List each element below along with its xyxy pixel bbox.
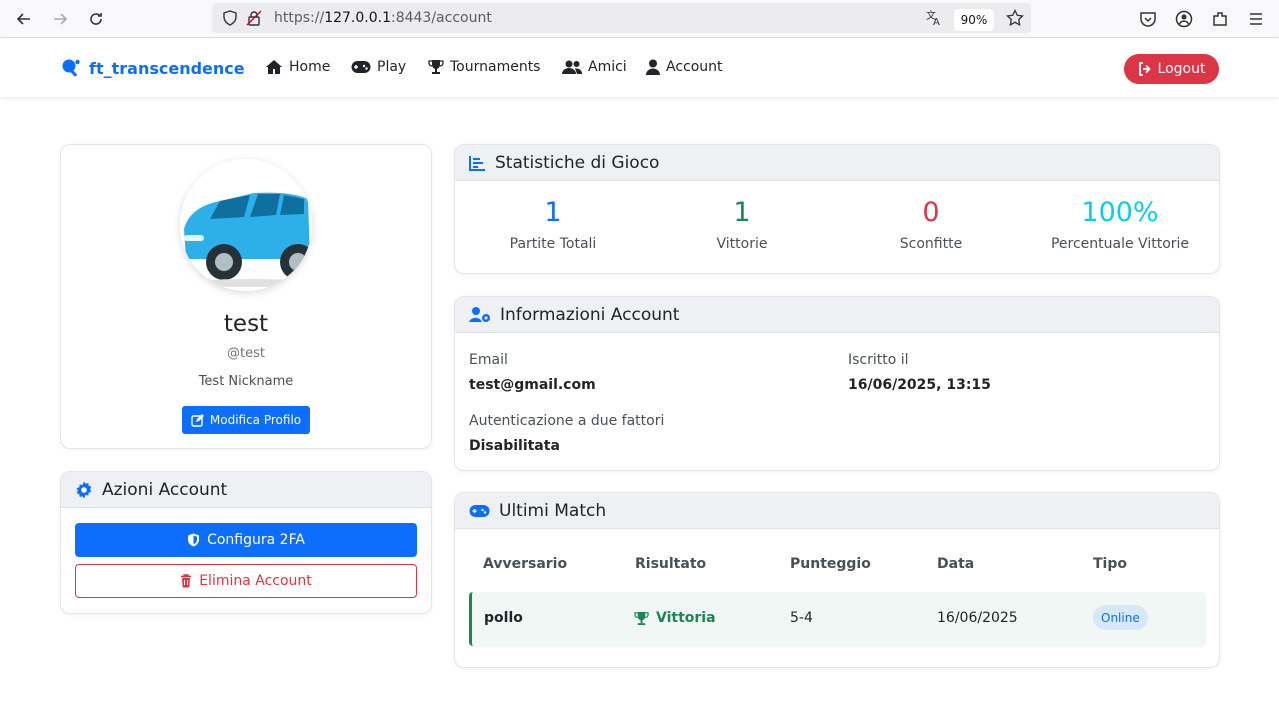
profile-username: @test xyxy=(227,346,265,361)
edit-icon xyxy=(191,413,204,427)
col-header-type: Tipo xyxy=(1093,556,1127,572)
nav-amici-label: Amici xyxy=(588,59,627,75)
account-actions-card: Azioni Account Configura 2FA Elimina Acc… xyxy=(60,471,432,614)
browser-toolbar: https://127.0.0.1:8443/account 文A 90% xyxy=(0,0,1279,38)
match-date: 16/06/2025 xyxy=(937,610,1018,626)
bookmark-star-icon[interactable] xyxy=(1006,8,1024,31)
joined-label: Iscritto il xyxy=(848,352,909,368)
stat-label: Percentuale Vittorie xyxy=(1050,236,1190,252)
match-result-label: Vittoria xyxy=(656,610,716,626)
gamepad-icon xyxy=(469,504,490,517)
brand-link[interactable]: ft_transcendence xyxy=(61,58,245,78)
stat-value: 100% xyxy=(1081,197,1159,228)
gamepad-icon xyxy=(351,61,371,73)
twofa-label: Autenticazione a due fattori xyxy=(469,413,665,429)
profile-nickname: Test Nickname xyxy=(198,374,294,389)
account-actions-title: Azioni Account xyxy=(102,479,228,500)
game-stats-header: Statistiche di Gioco xyxy=(455,145,1219,181)
stat-value: 1 xyxy=(733,197,751,228)
ping-pong-icon xyxy=(62,59,80,77)
app-navbar: ft_transcendence Home Play Tournaments A… xyxy=(0,38,1279,97)
back-arrow-icon[interactable] xyxy=(11,6,37,32)
last-matches-title: Ultimi Match xyxy=(499,500,607,521)
stat-wins: 1 Vittorie xyxy=(647,197,837,252)
email-label: Email xyxy=(469,352,508,368)
delete-account-button[interactable]: Elimina Account xyxy=(75,564,417,598)
brand-name: ft_transcendence xyxy=(89,58,245,78)
stat-label: Partite Totali xyxy=(509,236,597,252)
url-text[interactable]: https://127.0.0.1:8443/account xyxy=(274,10,492,26)
extensions-icon[interactable] xyxy=(1211,10,1229,32)
profile-name: test xyxy=(223,311,269,337)
nav-account-label: Account xyxy=(666,59,723,75)
stat-value: 1 xyxy=(544,197,562,228)
match-opponent: pollo xyxy=(484,610,523,626)
nav-home-label: Home xyxy=(289,59,331,75)
edit-profile-label: Modifica Profilo xyxy=(209,413,302,427)
match-type-badge: Online xyxy=(1093,605,1148,630)
pocket-icon[interactable] xyxy=(1139,10,1157,32)
address-bar[interactable]: https://127.0.0.1:8443/account 文A 90% xyxy=(212,3,1031,33)
game-stats-card: Statistiche di Gioco 1 Partite Totali 1 … xyxy=(454,144,1220,274)
home-icon xyxy=(266,60,282,74)
logout-button[interactable]: Logout xyxy=(1124,54,1219,84)
nav-tournaments[interactable]: Tournaments xyxy=(428,59,540,75)
nav-tournaments-label: Tournaments xyxy=(450,59,541,75)
logout-label: Logout xyxy=(1157,61,1206,77)
match-score: 5-4 xyxy=(790,610,813,626)
configure-2fa-button[interactable]: Configura 2FA xyxy=(75,523,417,557)
col-header-date: Data xyxy=(937,556,975,572)
reload-icon[interactable] xyxy=(83,6,109,32)
nav-play[interactable]: Play xyxy=(351,59,406,75)
trash-icon xyxy=(181,574,192,588)
chart-bar-icon xyxy=(469,155,485,171)
stat-label: Vittorie xyxy=(716,236,768,252)
account-info-title: Informazioni Account xyxy=(500,304,680,325)
last-matches-card: Ultimi Match Avversario Risultato Punteg… xyxy=(454,492,1220,668)
logout-icon xyxy=(1138,62,1151,76)
twofa-value: Disabilitata xyxy=(469,438,560,454)
profile-card: test @test Test Nickname Modifica Profil… xyxy=(60,144,432,449)
game-stats-title: Statistiche di Gioco xyxy=(495,152,660,173)
account-icon[interactable] xyxy=(1175,10,1193,32)
nav-home[interactable]: Home xyxy=(265,59,330,75)
gear-icon xyxy=(76,481,92,498)
stat-label: Sconfitte xyxy=(899,236,963,252)
nav-account[interactable]: Account xyxy=(646,59,723,75)
translate-icon[interactable]: 文A xyxy=(925,9,943,31)
users-icon xyxy=(562,60,582,74)
user-gear-icon xyxy=(469,307,490,322)
avatar xyxy=(180,159,312,291)
configure-2fa-label: Configura 2FA xyxy=(207,532,305,548)
nav-play-label: Play xyxy=(377,59,407,75)
delete-account-label: Elimina Account xyxy=(199,573,312,589)
last-matches-header: Ultimi Match xyxy=(455,493,1219,529)
trophy-icon xyxy=(634,611,649,625)
nav-amici[interactable]: Amici xyxy=(562,59,627,75)
trophy-icon xyxy=(428,60,444,74)
col-header-score: Punteggio xyxy=(790,556,871,572)
account-actions-header: Azioni Account xyxy=(61,472,431,508)
stat-total-matches: 1 Partite Totali xyxy=(458,197,648,252)
account-info-card: Informazioni Account Email test@gmail.co… xyxy=(454,296,1220,471)
forward-arrow-icon[interactable] xyxy=(47,6,73,32)
col-header-result: Risultato xyxy=(635,556,707,572)
email-value: test@gmail.com xyxy=(469,377,596,393)
stat-value: 0 xyxy=(922,197,940,228)
account-info-header: Informazioni Account xyxy=(455,297,1219,333)
user-icon xyxy=(646,59,660,75)
edit-profile-button[interactable]: Modifica Profilo xyxy=(182,406,310,434)
stat-losses: 0 Sconfitte xyxy=(836,197,1026,252)
stat-win-rate: 100% Percentuale Vittorie xyxy=(1025,197,1215,252)
joined-value: 16/06/2025, 13:15 xyxy=(848,377,991,393)
table-row[interactable]: pollo Vittoria 5-4 16/06/2025 Online xyxy=(469,592,1206,646)
shield-icon[interactable] xyxy=(222,10,238,30)
match-result: Vittoria xyxy=(634,610,716,626)
shield-icon xyxy=(188,533,200,547)
col-header-opponent: Avversario xyxy=(483,556,568,572)
menu-icon[interactable] xyxy=(1247,10,1265,32)
svg-text:A: A xyxy=(933,17,940,27)
lock-warning-icon[interactable] xyxy=(246,10,262,30)
zoom-level[interactable]: 90% xyxy=(954,9,994,31)
